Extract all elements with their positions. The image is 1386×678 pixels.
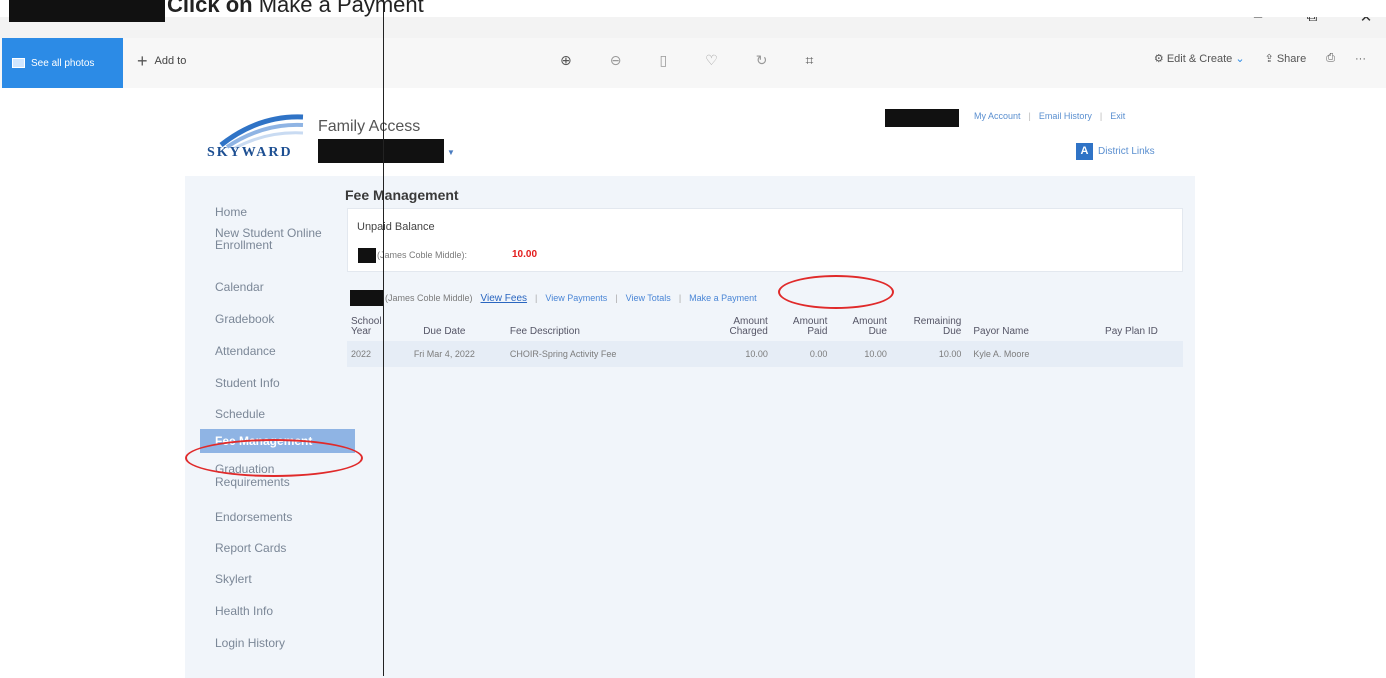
chevron-down-icon[interactable]: ▼ [447, 148, 455, 157]
skyward-page: SKYWARD Family Access ▼ My Account | Ema… [185, 88, 1195, 678]
col-amount-due[interactable]: Amount Due [831, 308, 891, 341]
instruction-caption: Click on Make a Payment [0, 0, 1386, 22]
more-button[interactable]: ··· [1355, 53, 1366, 65]
cell-amount-due: 10.00 [864, 349, 887, 359]
cell-remaining-due: 10.00 [938, 349, 962, 359]
fee-school: (James Coble Middle) [385, 293, 473, 303]
photos-toolbar: See all photos + Add to ⊕ ⊖ ▯ ♡ ↻ ⌗ ⚙ Ed… [0, 38, 1386, 88]
sidebar-item-gradebook[interactable]: Gradebook [203, 303, 333, 335]
exit-link[interactable]: Exit [1110, 111, 1125, 121]
share-button[interactable]: ⇪ Share [1265, 52, 1307, 65]
cell-amount-charged: 10.00 [745, 349, 768, 359]
sidebar-item-attendance[interactable]: Attendance [203, 335, 333, 367]
unpaid-school: (James Coble Middle): [377, 250, 468, 260]
cell-amount-paid: 0.00 [809, 349, 828, 359]
fee-management-annotation-circle [185, 439, 363, 477]
make-payment-annotation-circle [778, 275, 894, 309]
print-icon[interactable]: ⎙ [1326, 52, 1335, 65]
sidebar-item-login-history[interactable]: Login History [203, 627, 333, 659]
table-row[interactable]: 2022 Fri Mar 4, 2022 CHOIR-Spring Activi… [347, 341, 1183, 367]
view-fees-link[interactable]: View Fees [481, 293, 528, 304]
col-payor-name[interactable]: Payor Name [965, 308, 1080, 341]
unpaid-balance-title: Unpaid Balance [357, 221, 435, 233]
student-selector-redacted[interactable] [318, 139, 444, 163]
district-links-label: District Links [1098, 146, 1155, 157]
account-name-redacted [885, 109, 959, 127]
fee-table: School Year Due Date Fee Description Amo… [347, 308, 1183, 367]
cell-fee-description: CHOIR-Spring Activity Fee [509, 349, 617, 359]
email-history-link[interactable]: Email History [1039, 111, 1092, 121]
my-account-link[interactable]: My Account [974, 111, 1021, 121]
delete-icon[interactable]: ▯ [659, 52, 667, 69]
sidebar-item-student-info[interactable]: Student Info [203, 367, 333, 399]
crop-icon[interactable]: ⌗ [805, 52, 813, 69]
col-pay-plan-id[interactable]: Pay Plan ID [1080, 308, 1183, 341]
skyward-header: SKYWARD Family Access ▼ My Account | Ema… [185, 88, 1195, 176]
col-fee-description[interactable]: Fee Description [496, 308, 708, 341]
col-remaining-due[interactable]: Remaining Due [891, 308, 965, 341]
sidebar-nav: Home New Student Online Enrollment Calen… [200, 201, 355, 659]
student-name-redacted [358, 248, 376, 263]
cell-pay-plan-id [1080, 341, 1183, 367]
unpaid-amount: 10.00 [512, 249, 538, 260]
sidebar-item-skylert[interactable]: Skylert [203, 563, 333, 595]
sidebar-item-endorsements[interactable]: Endorsements [203, 501, 333, 533]
caption-redaction [9, 0, 165, 22]
see-all-label: See all photos [31, 57, 95, 69]
sidebar-item-home[interactable]: Home [203, 201, 333, 223]
col-amount-charged[interactable]: Amount Charged [708, 308, 772, 341]
see-all-photos-button[interactable]: See all photos [2, 38, 123, 88]
district-icon: A [1076, 143, 1093, 160]
caption-text: Click on Make a Payment [167, 0, 424, 17]
skyward-swoosh-icon [219, 114, 304, 149]
sidebar-item-calendar[interactable]: Calendar [203, 271, 333, 303]
sidebar-item-new-student-enrollment[interactable]: New Student Online Enrollment [203, 223, 323, 271]
vertical-guide-line [383, 0, 384, 676]
favorite-icon[interactable]: ♡ [705, 52, 718, 69]
student-name-redacted [350, 290, 383, 306]
sidebar-item-schedule[interactable]: Schedule [203, 399, 333, 429]
district-links-button[interactable]: A District Links [1076, 143, 1155, 160]
col-school-year[interactable]: School Year [347, 308, 393, 341]
add-to-button[interactable]: + Add to [137, 51, 187, 71]
cell-due-date: Fri Mar 4, 2022 [413, 349, 475, 359]
add-to-label: Add to [154, 55, 187, 67]
family-access-title: Family Access [318, 118, 421, 135]
view-totals-link[interactable]: View Totals [626, 293, 671, 303]
plus-icon: + [137, 51, 148, 71]
zoom-out-icon[interactable]: ⊖ [610, 52, 622, 69]
top-links: My Account | Email History | Exit [974, 111, 1126, 121]
page-title: Fee Management [345, 187, 459, 203]
view-payments-link[interactable]: View Payments [545, 293, 607, 303]
toolbar-right: ⚙ Edit & Create ⌄ ⇪ Share ⎙ ··· [1154, 52, 1366, 65]
unpaid-balance-box: Unpaid Balance (James Coble Middle): 10.… [347, 208, 1183, 272]
photos-icon [12, 58, 25, 68]
sidebar-item-health-info[interactable]: Health Info [203, 595, 333, 627]
fee-table-header: School Year Due Date Fee Description Amo… [347, 308, 1183, 341]
cell-payor-name: Kyle A. Moore [973, 349, 1030, 359]
image-tools: ⊕ ⊖ ▯ ♡ ↻ ⌗ [560, 52, 813, 69]
edit-create-button[interactable]: ⚙ Edit & Create ⌄ [1154, 52, 1245, 65]
cell-school-year: 2022 [351, 349, 372, 359]
skyward-logo: SKYWARD [207, 145, 293, 160]
make-payment-link[interactable]: Make a Payment [689, 293, 757, 303]
rotate-icon[interactable]: ↻ [756, 52, 768, 69]
zoom-in-icon[interactable]: ⊕ [560, 52, 572, 69]
col-due-date[interactable]: Due Date [393, 308, 496, 341]
fee-links-row: (James Coble Middle) View Fees | View Pa… [350, 290, 757, 306]
sidebar-item-report-cards[interactable]: Report Cards [203, 533, 333, 563]
col-amount-paid[interactable]: Amount Paid [772, 308, 832, 341]
